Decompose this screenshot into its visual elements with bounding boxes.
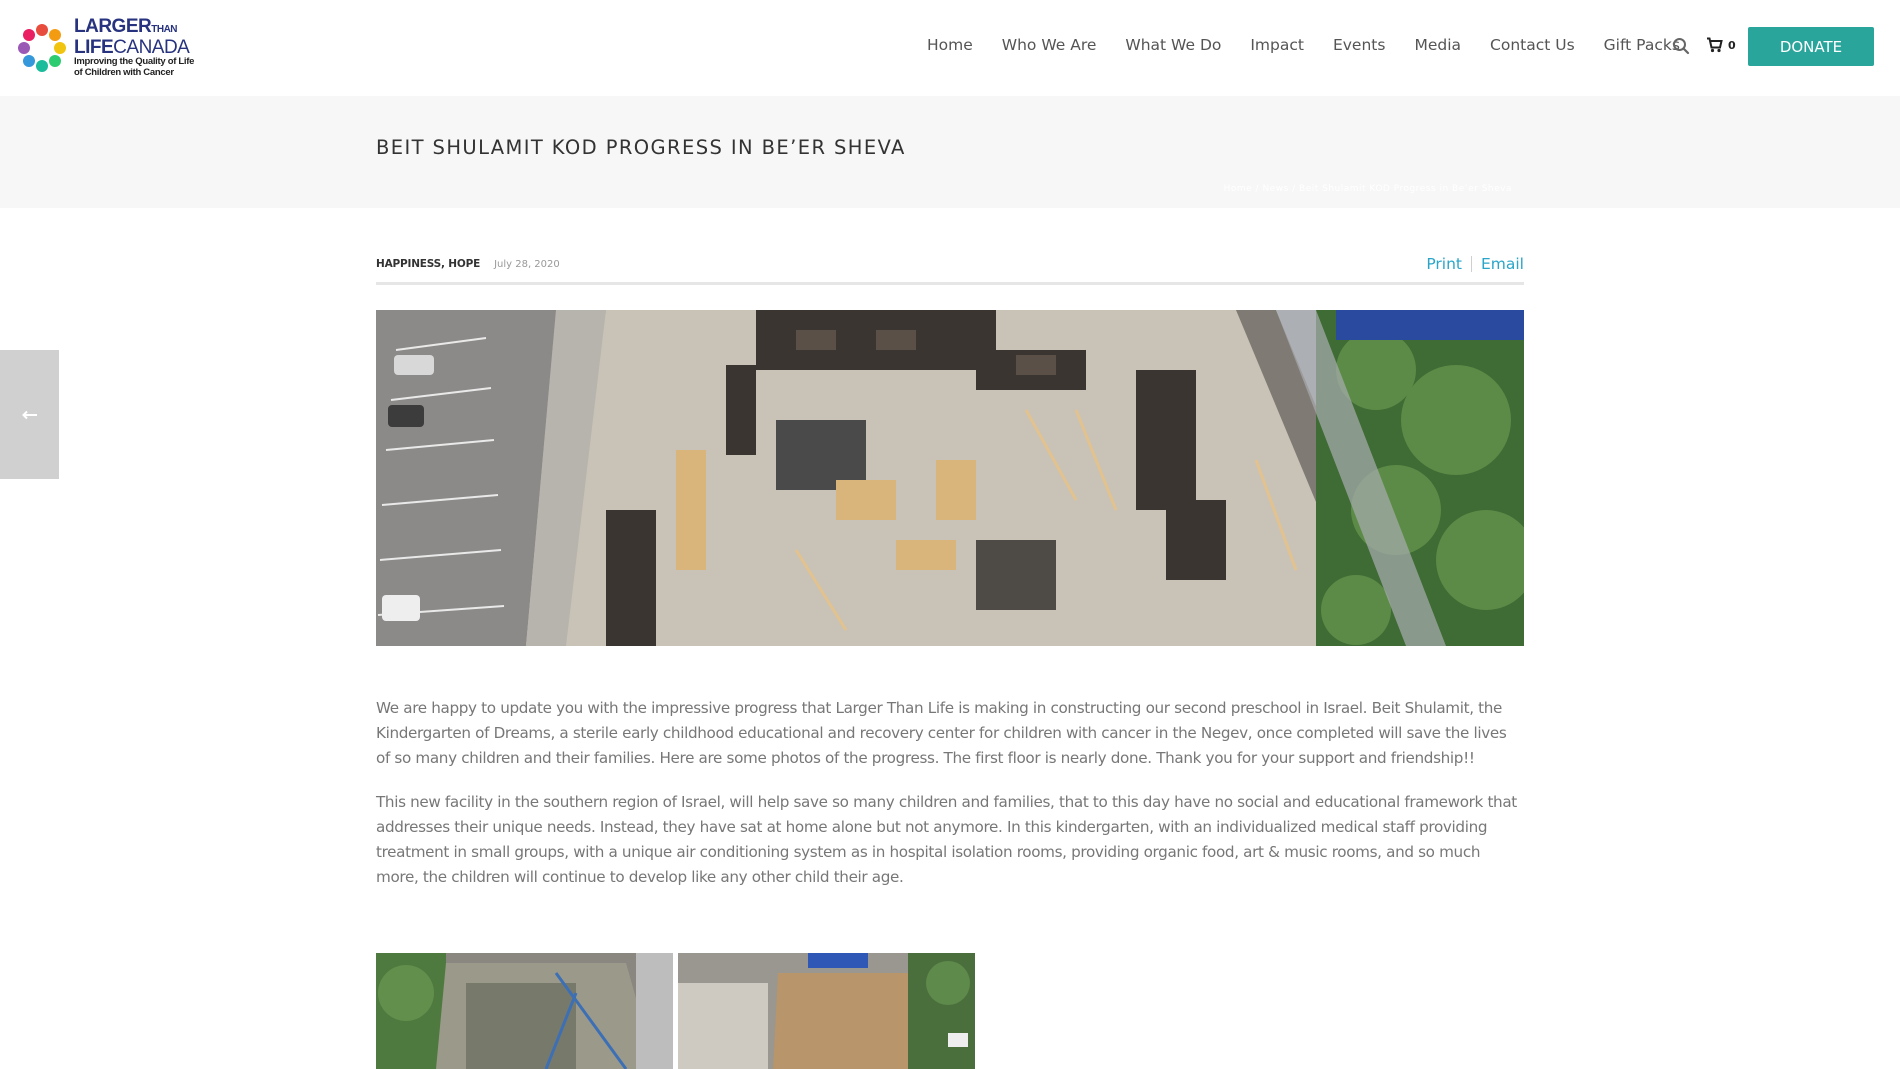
post-paragraph-1: We are happy to update you with the impr… <box>376 699 1507 767</box>
logo-tagline-1: Improving the Quality of Life <box>74 56 195 67</box>
email-link[interactable]: Email <box>1481 255 1524 273</box>
nav-gift-packs[interactable]: Gift Packs <box>1604 36 1680 54</box>
post-categories[interactable]: HAPPINESS, HOPE <box>376 258 480 270</box>
nav-home[interactable]: Home <box>927 36 973 54</box>
post-date: July 28, 2020 <box>494 259 560 270</box>
cart-button[interactable]: 0 <box>1706 37 1736 53</box>
nav-what-we-do[interactable]: What We Do <box>1125 36 1221 54</box>
logo-line1: LARGER <box>74 16 152 37</box>
site-logo[interactable]: LARGERTHAN LIFECANADA Improving the Qual… <box>14 16 196 78</box>
print-link[interactable]: Print <box>1426 255 1462 273</box>
logo-line2-bold: LIFE <box>74 37 114 58</box>
nav-contact-us[interactable]: Contact Us <box>1490 36 1575 54</box>
logo-line1-small: THAN <box>151 24 178 35</box>
logo-tagline-2: of Children with Cancer <box>74 67 174 78</box>
nav-impact[interactable]: Impact <box>1250 36 1304 54</box>
donate-button[interactable]: DONATE <box>1748 27 1874 66</box>
arrow-left-icon <box>21 410 37 419</box>
logo-text: LARGERTHAN LIFECANADA Improving the Qual… <box>74 16 195 78</box>
divider <box>1470 256 1472 272</box>
nav-events[interactable]: Events <box>1333 36 1385 54</box>
site-header: LARGERTHAN LIFECANADA Improving the Qual… <box>0 0 1900 96</box>
featured-image <box>376 310 1524 646</box>
title-bar <box>0 96 1900 208</box>
logo-flower-icon <box>18 24 66 72</box>
logo-line2-light: CANADA <box>113 37 190 58</box>
post-meta: HAPPINESS, HOPE July 28, 2020 <box>376 258 560 270</box>
nav-media[interactable]: Media <box>1414 36 1461 54</box>
nav-who-we-are[interactable]: Who We Are <box>1002 36 1097 54</box>
post-paragraph-2: This new facility in the southern region… <box>376 793 1517 886</box>
post-body: We are happy to update you with the impr… <box>376 696 1524 910</box>
cart-icon <box>1707 37 1723 53</box>
meta-divider <box>376 282 1524 285</box>
main-nav: Home Who We Are What We Do Impact Events… <box>927 36 1709 54</box>
gallery-thumbnail[interactable] <box>678 953 975 1069</box>
aerial-photo-2 <box>678 953 975 1069</box>
share-links: Print Email <box>1426 255 1524 273</box>
aerial-photo-1 <box>376 953 673 1069</box>
page-title: BEIT SHULAMIT KOD PROGRESS IN BE’ER SHEV… <box>376 136 906 159</box>
previous-post-button[interactable] <box>0 350 59 479</box>
search-icon[interactable] <box>1672 37 1690 55</box>
construction-photo <box>376 310 1524 646</box>
cart-count: 0 <box>1728 38 1736 52</box>
breadcrumb[interactable]: Home / News / Beit Shulamit KOD Progress… <box>1224 184 1512 194</box>
gallery-thumbnail[interactable] <box>376 953 673 1069</box>
